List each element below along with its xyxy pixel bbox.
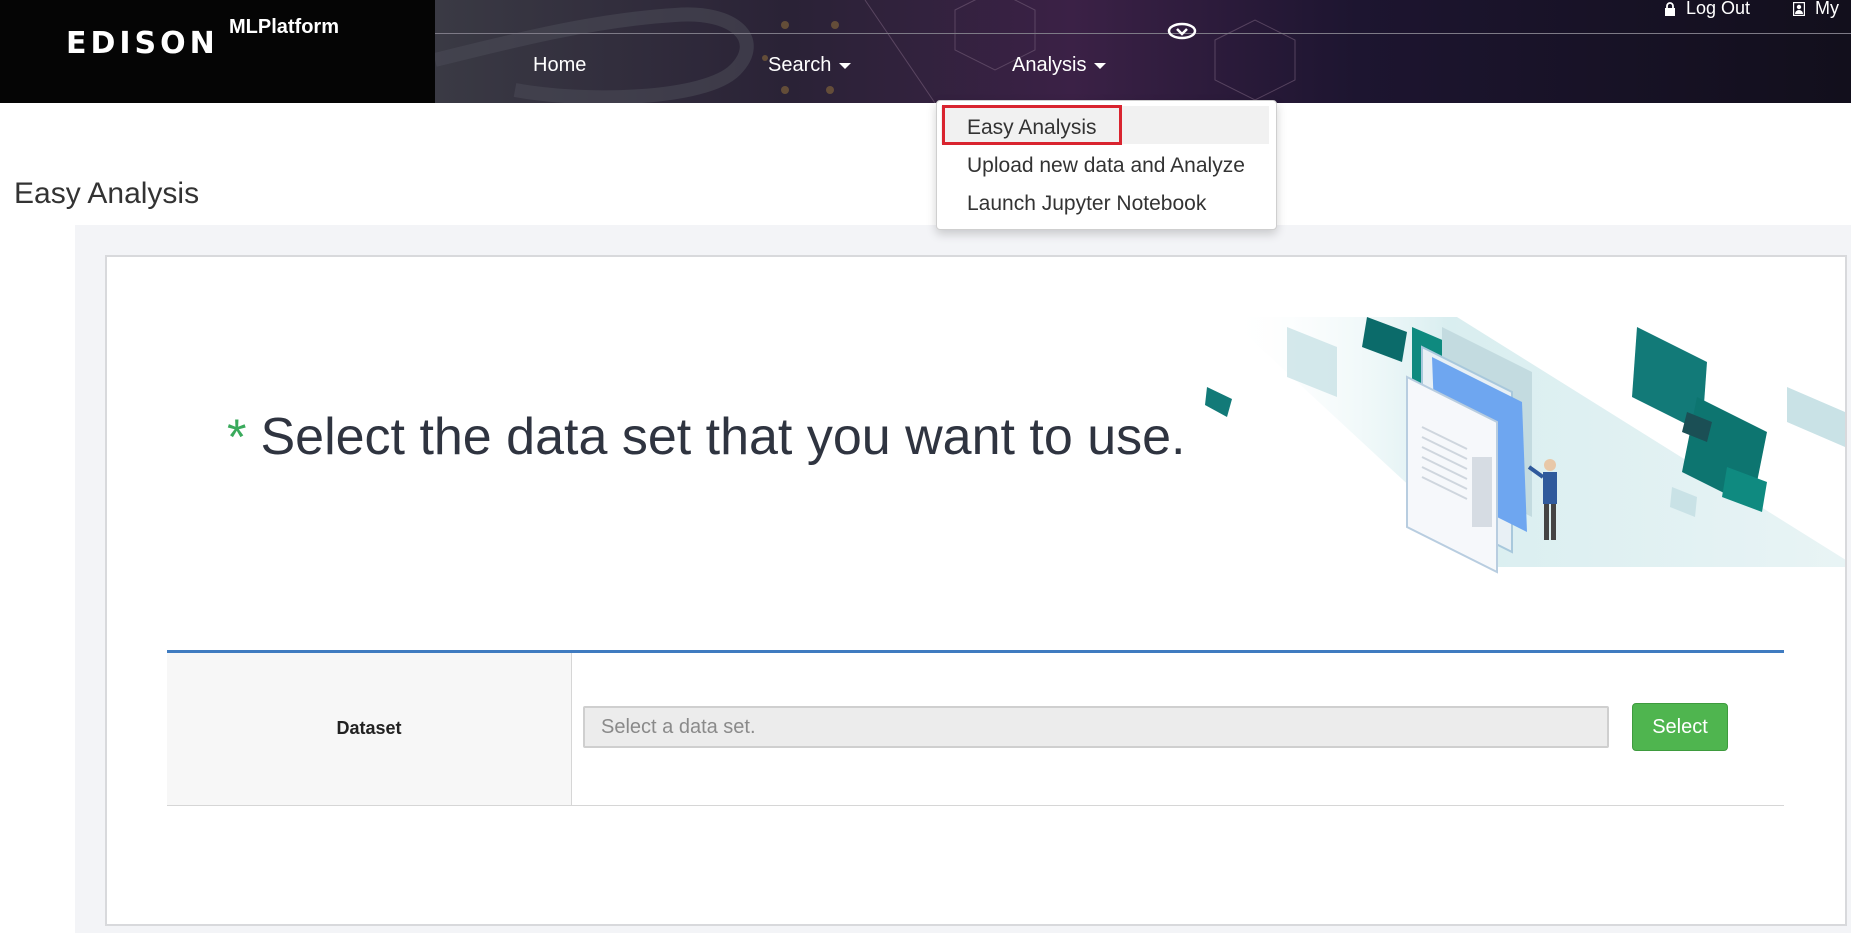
my-label: My	[1815, 0, 1839, 18]
logout-link[interactable]: Log Out	[1664, 0, 1750, 19]
dataset-input[interactable]	[583, 706, 1609, 748]
menu-item-jupyter[interactable]: Launch Jupyter Notebook	[967, 192, 1206, 216]
header-divider	[435, 33, 1851, 34]
data-analysis-illustration	[1205, 317, 1845, 574]
nav-analysis[interactable]: Analysis	[1012, 54, 1107, 77]
top-header: EDISON MLPlatform Home Search Analysis L…	[0, 0, 1851, 103]
user-icon	[1792, 2, 1806, 17]
select-dataset-button[interactable]: Select	[1632, 703, 1728, 751]
analysis-dropdown-menu: Easy Analysis Upload new data and Analyz…	[936, 100, 1277, 230]
edison-logo[interactable]: EDISON	[66, 26, 219, 61]
dataset-label: Dataset	[336, 718, 402, 738]
logout-label: Log Out	[1686, 0, 1751, 18]
lock-icon	[1665, 2, 1675, 17]
caret-down-icon	[1094, 62, 1107, 69]
brand-name[interactable]: MLPlatform	[229, 16, 339, 39]
dataset-form-table: Dataset Select	[167, 650, 1784, 806]
my-page-link[interactable]: My	[1792, 0, 1839, 19]
logo-area[interactable]: EDISON	[0, 0, 435, 103]
required-asterisk: *	[227, 409, 247, 465]
hero-heading-text: Select the data set that you want to use…	[260, 408, 1186, 466]
nav-search-label: Search	[768, 54, 832, 76]
caret-down-icon	[839, 62, 852, 69]
menu-item-easy-analysis[interactable]: Easy Analysis	[967, 116, 1097, 140]
page-title: Easy Analysis	[14, 177, 200, 210]
header-decoration	[435, 0, 1296, 103]
menu-item-upload-analyze[interactable]: Upload new data and Analyze	[967, 154, 1245, 178]
dataset-label-cell: Dataset	[167, 653, 572, 805]
menu-toggle-icon[interactable]	[1167, 22, 1197, 40]
easy-analysis-card: * Select the data set that you want to us…	[105, 255, 1847, 926]
nav-search[interactable]: Search	[768, 54, 852, 77]
hero-heading: * Select the data set that you want to us…	[227, 407, 1186, 467]
nav-home[interactable]: Home	[533, 54, 586, 77]
nav-home-label: Home	[533, 54, 587, 76]
nav-analysis-label: Analysis	[1012, 54, 1087, 76]
